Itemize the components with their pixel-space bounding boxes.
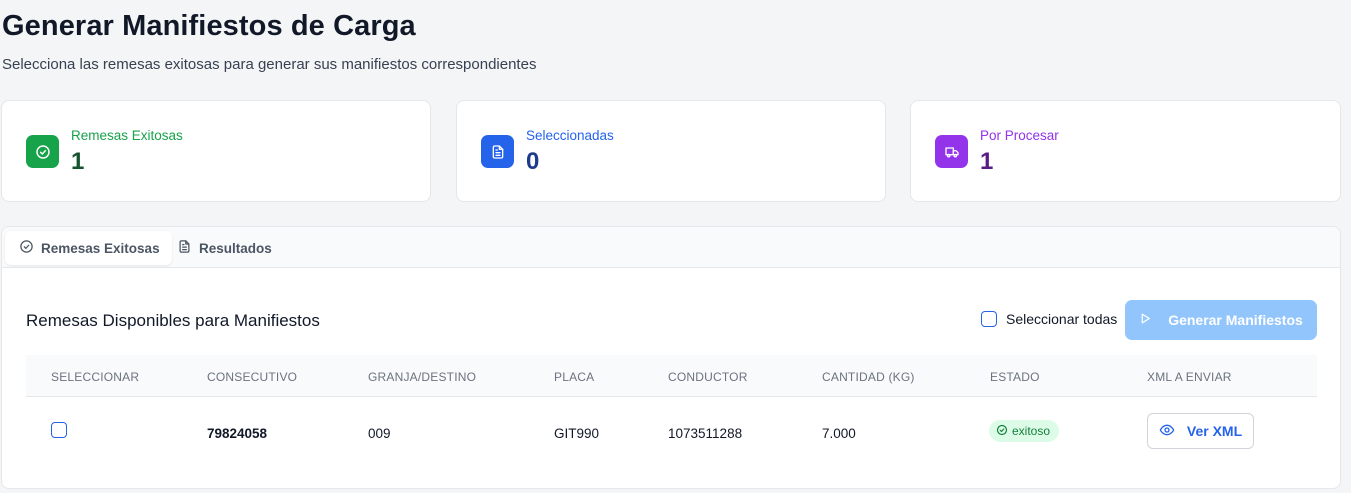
play-icon [1139, 312, 1152, 328]
status-label: exitoso [1012, 424, 1051, 438]
th-conductor: Conductor [668, 370, 748, 384]
select-all-label: Seleccionar todas [1006, 311, 1118, 327]
tab-label: Resultados [199, 240, 272, 256]
view-xml-label: Ver XML [1186, 423, 1243, 439]
stat-value: 1 [980, 148, 994, 175]
generate-button-label: Generar Manifiestos [1168, 312, 1303, 328]
cell-consecutivo: 79824058 [207, 426, 268, 441]
row-checkbox[interactable] [51, 422, 67, 438]
truck-icon [935, 135, 968, 168]
check-circle-icon [26, 135, 59, 168]
table-row: 79824058 009 GIT990 1073511288 7.000 exi… [26, 397, 1317, 467]
file-text-icon [177, 239, 192, 257]
th-estado: Estado [990, 370, 1040, 384]
main-panel: Remesas Exitosas Resultados Remesas Disp… [1, 226, 1341, 489]
th-consecutivo: Consecutivo [207, 370, 298, 384]
section-title: Remesas Disponibles para Manifiestos [26, 311, 320, 330]
th-granja: Granja/Destino [368, 370, 477, 384]
stat-label: Remesas Exitosas [71, 128, 183, 143]
cell-cantidad: 7.000 [822, 426, 856, 441]
th-placa: Placa [554, 370, 595, 384]
cell-placa: GIT990 [554, 426, 600, 441]
select-all-checkbox[interactable]: Seleccionar todas [981, 311, 1117, 327]
th-cantidad: Cantidad (kg) [822, 370, 915, 384]
stat-card-seleccionadas: Seleccionadas 0 [456, 100, 886, 202]
checkbox[interactable] [981, 311, 997, 327]
tab-label: Remesas Exitosas [41, 240, 160, 256]
stat-value: 0 [526, 148, 540, 175]
tab-resultados[interactable]: Resultados [163, 231, 284, 265]
stat-label: Seleccionadas [526, 128, 614, 143]
stat-card-remesas-exitosas: Remesas Exitosas 1 [1, 100, 431, 202]
page: Generar Manifiestos de Carga Selecciona … [0, 0, 1351, 493]
cell-granja: 009 [368, 426, 391, 441]
check-circle-icon [19, 239, 34, 257]
tab-remesas-exitosas[interactable]: Remesas Exitosas [5, 231, 172, 265]
eye-icon [1159, 422, 1175, 441]
table-header: Seleccionar Consecutivo Granja/Destino P… [26, 355, 1317, 397]
page-subtitle: Selecciona las remesas exitosas para gen… [2, 56, 537, 73]
th-xml: XML a Enviar [1147, 370, 1232, 384]
stat-card-por-procesar: Por Procesar 1 [910, 100, 1341, 202]
th-seleccionar: Seleccionar [51, 370, 140, 384]
page-title: Generar Manifiestos de Carga [2, 10, 416, 42]
status-badge: exitoso [989, 420, 1060, 442]
generate-manifests-button[interactable]: Generar Manifiestos [1125, 300, 1317, 340]
file-text-icon [481, 135, 514, 168]
tabs-bar: Remesas Exitosas Resultados [2, 227, 1340, 268]
cell-conductor: 1073511288 [668, 426, 743, 441]
view-xml-button[interactable]: Ver XML [1147, 413, 1254, 449]
remesas-table: Seleccionar Consecutivo Granja/Destino P… [26, 355, 1317, 467]
stat-label: Por Procesar [980, 128, 1059, 143]
stat-value: 1 [71, 148, 85, 175]
check-circle-icon [996, 424, 1008, 439]
